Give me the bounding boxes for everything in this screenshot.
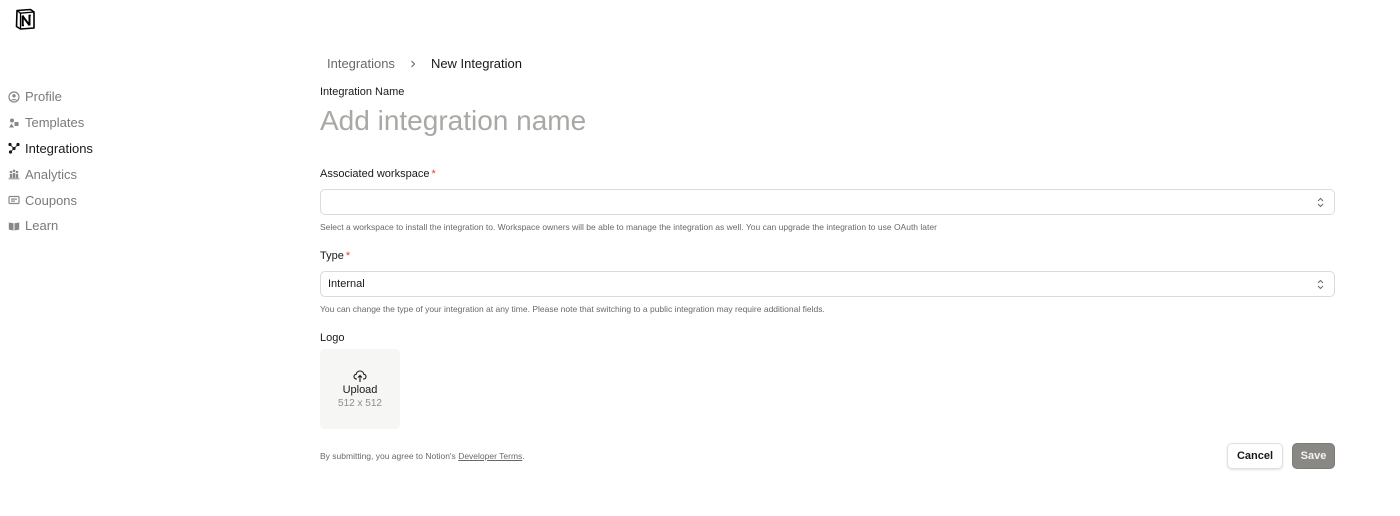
workspace-select[interactable] [320, 189, 1335, 215]
workspace-label-text: Associated workspace [320, 168, 430, 180]
breadcrumb-integrations-link[interactable]: Integrations [327, 56, 395, 71]
workspace-label: Associated workspace * [320, 168, 436, 180]
upload-label: Upload [342, 383, 378, 396]
sidebar-item-label: Templates [25, 115, 85, 131]
type-help-text: You can change the type of your integrat… [320, 304, 825, 314]
sidebar: Profile Templates Integrations Analytics… [8, 84, 93, 239]
sidebar-item-label: Integrations [25, 140, 93, 156]
sidebar-item-learn[interactable]: Learn [8, 213, 93, 239]
logo-upload-button[interactable]: Upload 512 x 512 [320, 349, 400, 429]
type-select[interactable]: Internal [320, 271, 1335, 297]
analytics-icon [8, 168, 20, 180]
sidebar-item-coupons[interactable]: Coupons [8, 187, 93, 213]
type-label-text: Type [320, 250, 344, 262]
sidebar-item-label: Profile [25, 89, 62, 105]
integration-name-input[interactable] [320, 102, 1020, 140]
terms-suffix: . [522, 451, 525, 461]
cloud-upload-icon [353, 369, 367, 382]
terms-text: By submitting, you agree to Notion's Dev… [320, 451, 525, 461]
sidebar-item-label: Learn [25, 218, 59, 234]
logo-label: Logo [320, 332, 345, 344]
save-button[interactable]: Save [1292, 443, 1335, 469]
developer-terms-link[interactable]: Developer Terms [458, 451, 522, 461]
select-arrows-icon [1317, 197, 1324, 208]
select-arrows-icon [1317, 279, 1324, 290]
learn-icon [8, 220, 20, 232]
terms-prefix: By submitting, you agree to Notion's [320, 451, 456, 461]
cancel-button[interactable]: Cancel [1227, 443, 1283, 469]
sidebar-item-label: Analytics [25, 166, 78, 182]
type-select-value: Internal [328, 278, 365, 290]
type-label: Type * [320, 250, 350, 262]
breadcrumb: Integrations New Integration [327, 56, 522, 71]
notion-logo-icon[interactable] [13, 7, 37, 31]
breadcrumb-current: New Integration [430, 56, 522, 71]
profile-icon [8, 91, 20, 103]
chevron-right-icon [409, 60, 417, 68]
required-mark: * [345, 250, 351, 262]
coupons-icon [8, 194, 20, 206]
upload-size-hint: 512 x 512 [338, 397, 382, 409]
integrations-icon [8, 142, 20, 155]
required-mark: * [431, 168, 436, 180]
workspace-help-text: Select a workspace to install the integr… [320, 222, 937, 232]
templates-icon [8, 117, 20, 129]
integration-name-label: Integration Name [320, 86, 405, 98]
sidebar-item-label: Coupons [25, 192, 78, 208]
sidebar-item-templates[interactable]: Templates [8, 110, 93, 136]
sidebar-item-profile[interactable]: Profile [8, 84, 93, 110]
sidebar-item-analytics[interactable]: Analytics [8, 161, 93, 187]
sidebar-item-integrations[interactable]: Integrations [8, 136, 93, 162]
